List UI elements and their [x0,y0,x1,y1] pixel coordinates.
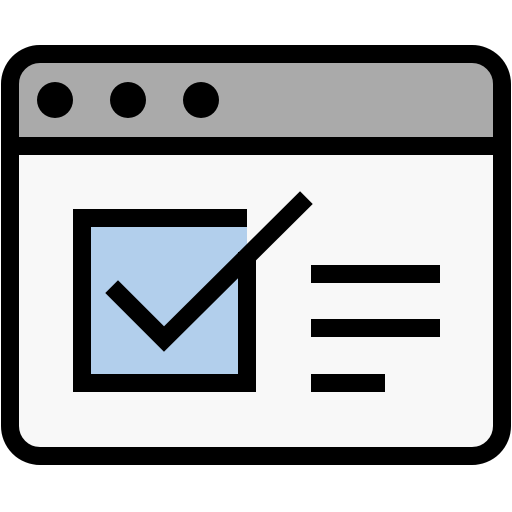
browser-window-checklist-icon [1,45,511,465]
icon-canvas [0,0,512,512]
window-control-dot-icon [183,82,219,118]
window-controls [37,82,219,118]
window-control-dot-icon [37,82,73,118]
window-titlebar [10,54,502,146]
checkbox-fill [82,218,247,383]
window-control-dot-icon [110,82,146,118]
